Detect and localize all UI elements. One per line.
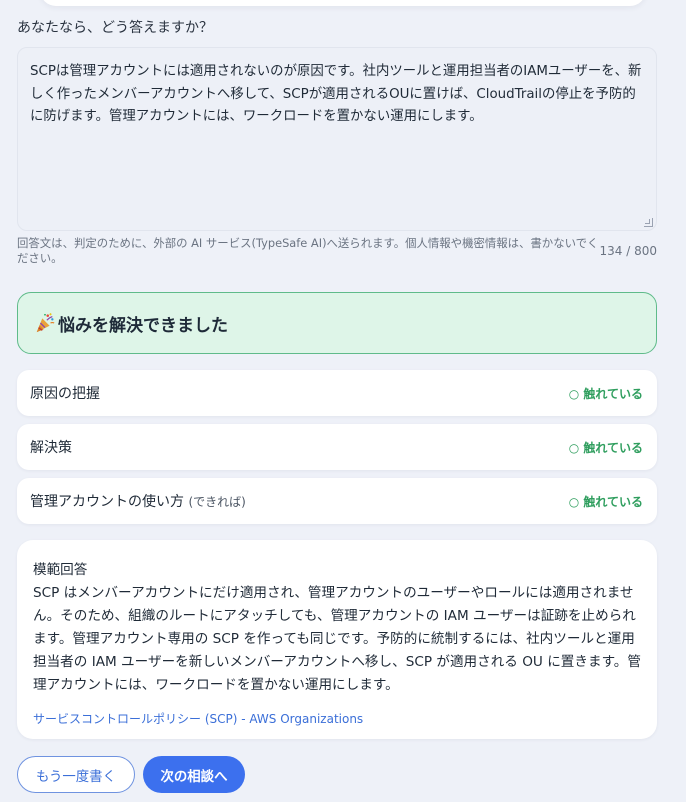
- criterion-optional-note: (できれば): [188, 495, 246, 509]
- result-banner: 悩みを解決できました: [17, 292, 657, 354]
- character-counter: 134 / 800: [599, 244, 657, 258]
- reference-link[interactable]: サービスコントロールポリシー (SCP) - AWS Organizations: [33, 710, 641, 727]
- retry-button[interactable]: もう一度書く: [17, 756, 135, 793]
- resize-handle[interactable]: [644, 218, 653, 227]
- answer-text: SCPは管理アカウントには適用されないのが原因です。社内ツールと運用担当者のIA…: [30, 64, 642, 124]
- criterion-status: ○ 触れている: [568, 494, 643, 509]
- next-consultation-button[interactable]: 次の相談へ: [143, 756, 245, 793]
- previous-card-edge: [40, 0, 646, 6]
- criterion-management-account: 管理アカウントの使い方 (できれば) ○ 触れている: [17, 478, 657, 524]
- criterion-label: 原因の把握: [30, 386, 100, 402]
- criterion-label: 管理アカウントの使い方 (できれば): [30, 494, 246, 510]
- model-answer-body: SCP はメンバーアカウントにだけ適用され、管理アカウントのユーザーやロールには…: [33, 585, 641, 693]
- answer-textarea[interactable]: SCPは管理アカウントには適用されないのが原因です。社内ツールと運用担当者のIA…: [17, 47, 657, 231]
- model-answer-card: 模範回答 SCP はメンバーアカウントにだけ適用され、管理アカウントのユーザーや…: [17, 540, 657, 739]
- criterion-label: 解決策: [30, 440, 72, 456]
- criterion-solution: 解決策 ○ 触れている: [17, 424, 657, 470]
- result-title: 悩みを解決できました: [58, 315, 228, 336]
- model-answer-heading: 模範回答: [33, 562, 88, 578]
- party-popper-icon: [36, 313, 55, 333]
- criterion-cause: 原因の把握 ○ 触れている: [17, 370, 657, 416]
- criterion-status: ○ 触れている: [568, 440, 643, 455]
- question-prompt: あなたなら、どう答えますか？: [17, 20, 213, 36]
- privacy-notice: 回答文は、判定のために、外部の AI サービス(TypeSafe AI)へ送られ…: [17, 236, 599, 265]
- criterion-status: ○ 触れている: [568, 386, 643, 401]
